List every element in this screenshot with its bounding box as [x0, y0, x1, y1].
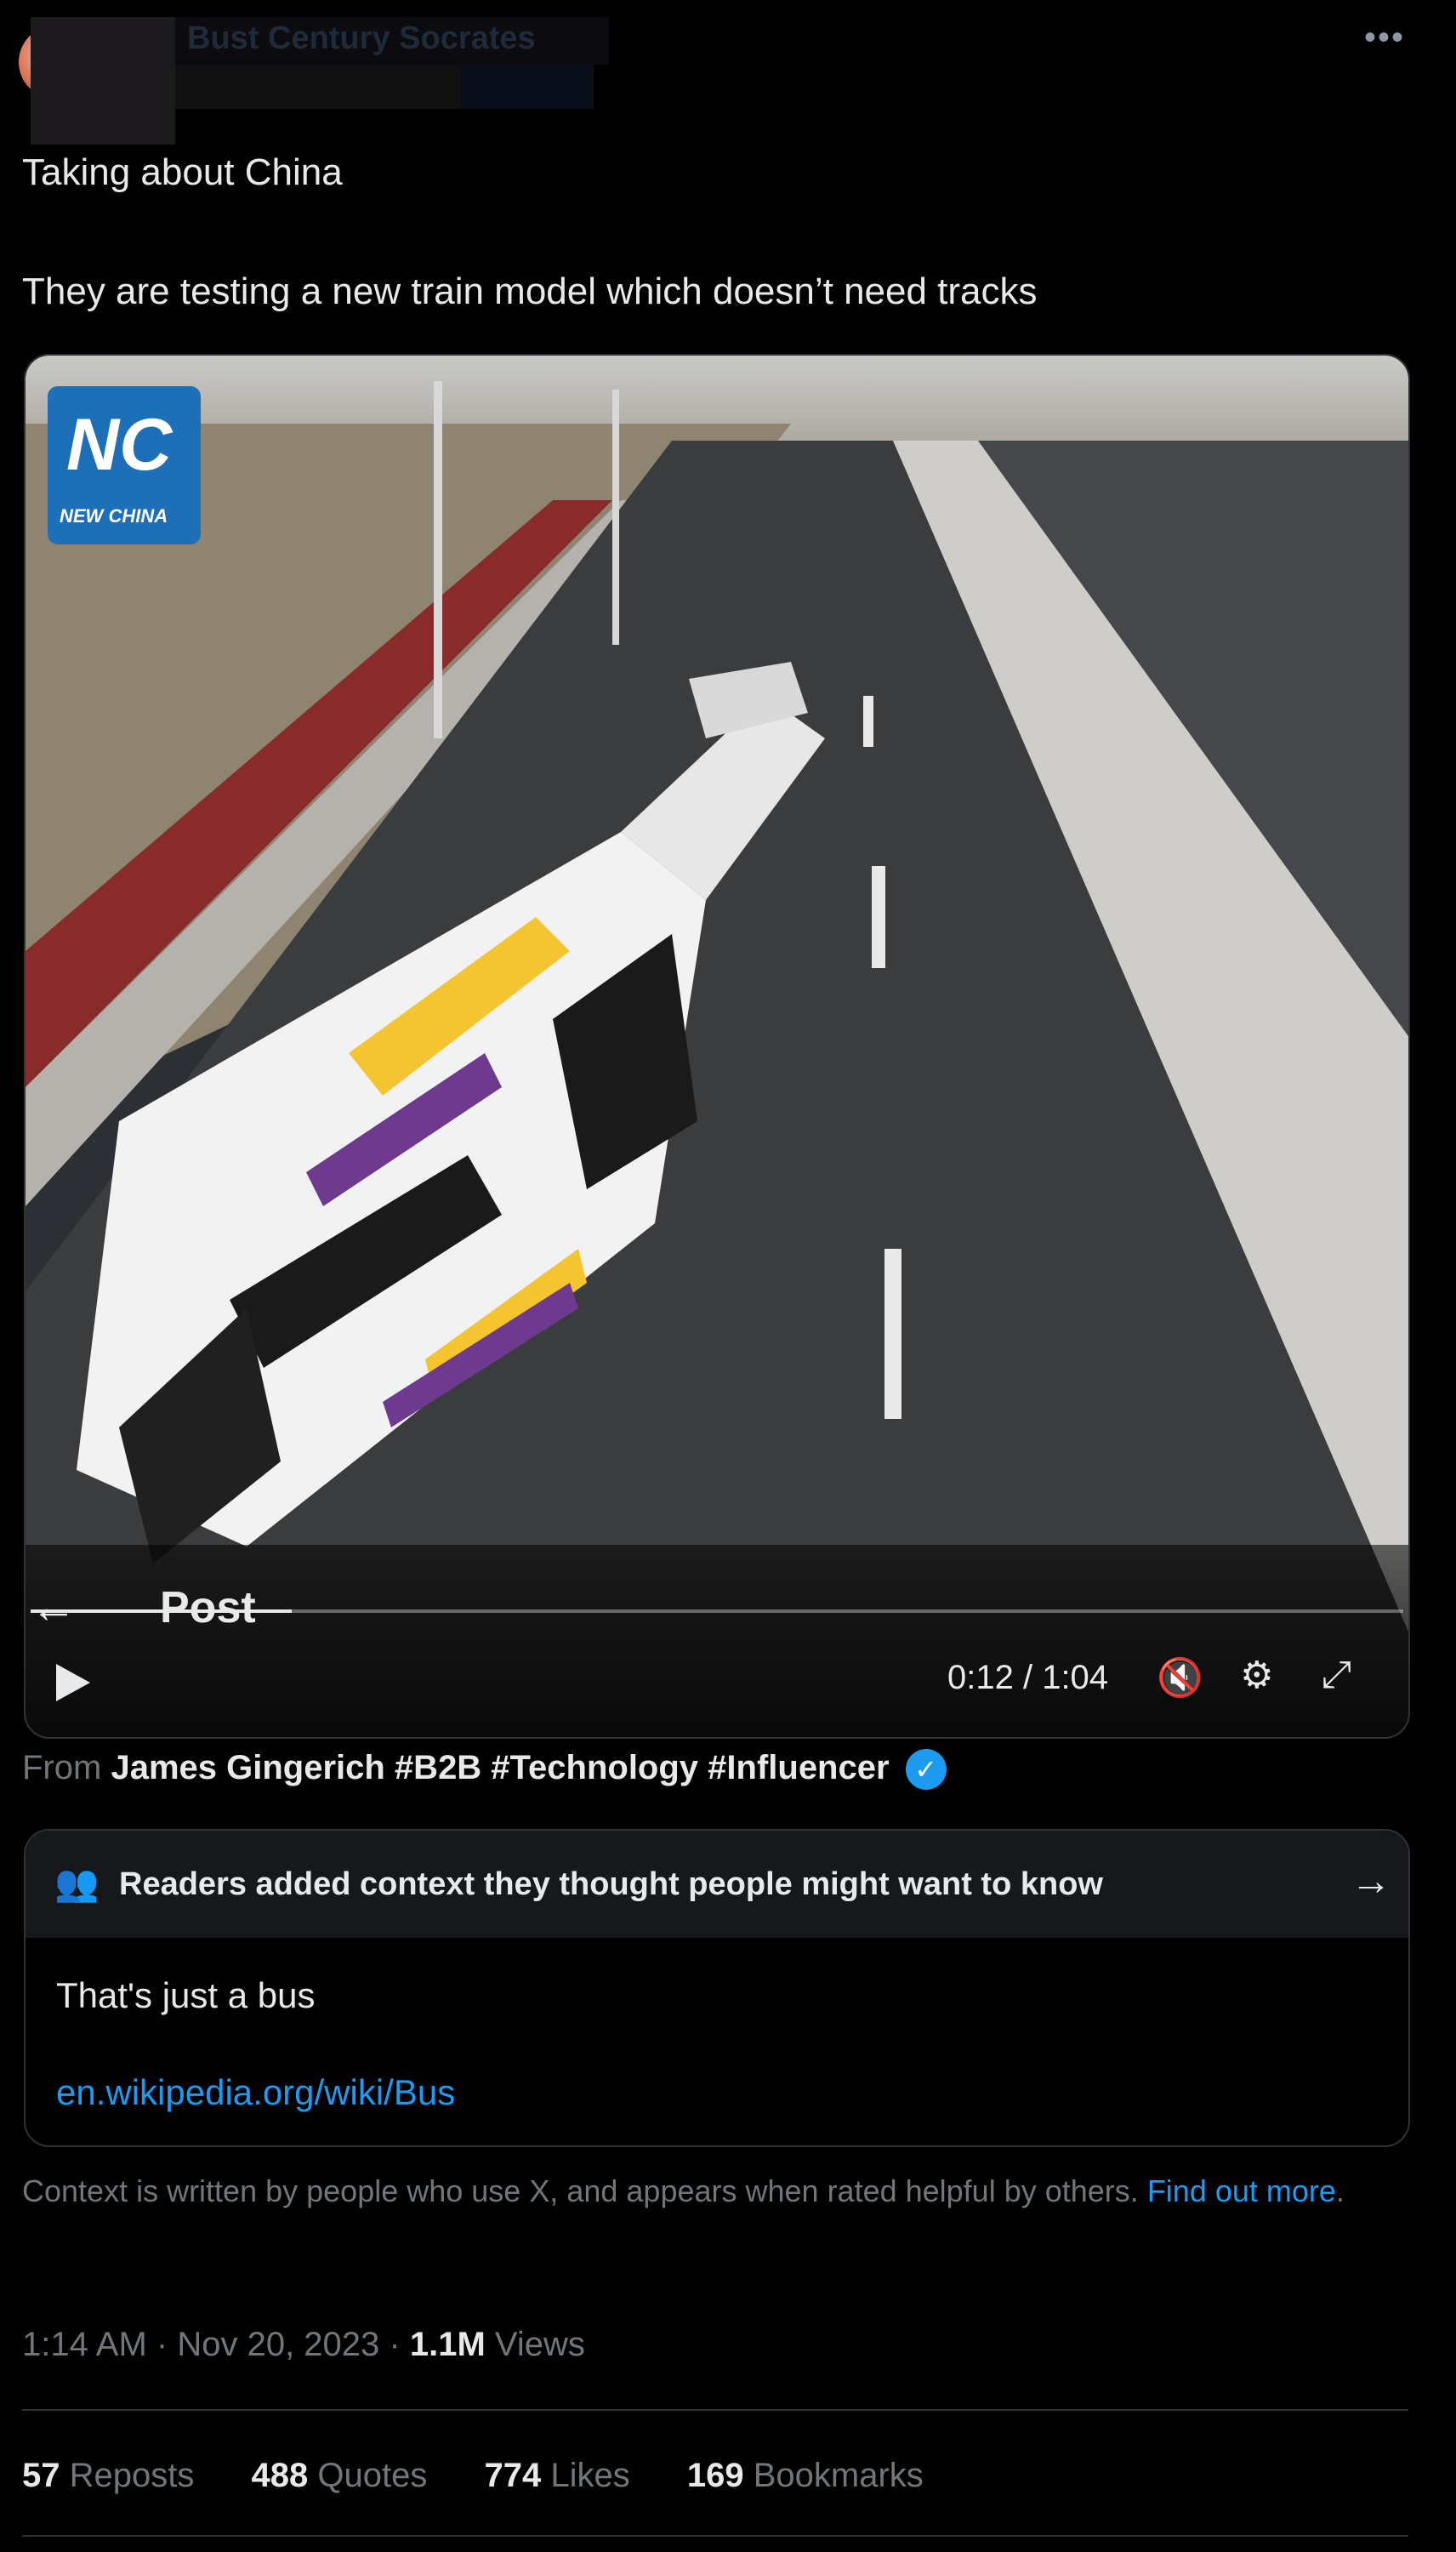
arrow-right-icon[interactable]: → [1351, 1858, 1391, 1905]
stat-label: Likes [550, 2457, 630, 2494]
tweet-text-line-2: They are testing a new train model which… [22, 271, 1038, 312]
fullscreen-icon[interactable]: ⤢ [1322, 1654, 1351, 1696]
divider [22, 2535, 1408, 2537]
author-name[interactable]: Bust Century Socrates [187, 20, 536, 57]
stat-quotes[interactable]: 488 Quotes [252, 2457, 437, 2494]
context-notice: Context is written by people who use X, … [22, 2173, 1345, 2208]
lane-marking [884, 1249, 901, 1419]
from-attribution: From James Gingerich #B2B #Technology #I… [22, 1749, 947, 1791]
video-time: 0:12 / 1:04 [947, 1659, 1109, 1696]
verified-badge-icon: ✓ [905, 1749, 947, 1791]
progress-track[interactable] [31, 1609, 1403, 1613]
logo-mark: NC [66, 404, 173, 486]
stat-count: 169 [686, 2457, 744, 2494]
lane-marking [863, 696, 873, 747]
lane-marking [872, 866, 885, 968]
mute-icon[interactable]: 🔇 [1157, 1655, 1203, 1700]
stat-reposts[interactable]: 57 Reposts [22, 2457, 204, 2494]
logo-text: NEW CHINA [60, 505, 168, 527]
overlay-post-label: Post [160, 1583, 256, 1632]
new-china-logo: NC NEW CHINA [48, 386, 201, 544]
settings-gear-icon[interactable]: ⚙ [1240, 1654, 1273, 1697]
find-out-more-link[interactable]: Find out more [1147, 2173, 1336, 2208]
community-note-header[interactable]: 👥 Readers added context they thought peo… [26, 1831, 1408, 1938]
video-controls-bar [26, 1545, 1408, 1737]
stat-count: 57 [22, 2457, 60, 2494]
community-note-link[interactable]: en.wikipedia.org/wiki/Bus [56, 2072, 455, 2113]
light-pole [434, 381, 442, 738]
stat-count: 488 [251, 2457, 309, 2494]
back-arrow-icon[interactable]: ← [31, 1581, 77, 1633]
engagement-stats: 57 Reposts 488 Quotes 774 Likes 169 Book… [22, 2457, 971, 2495]
more-dots-icon[interactable]: ••• [1364, 19, 1405, 57]
video-player[interactable]: NC NEW CHINA ← Post 0:12 / 1:04 🔇 ⚙ ⤢ [24, 354, 1410, 1739]
redaction-block [461, 65, 594, 109]
post-date[interactable]: Nov 20, 2023 [177, 2326, 379, 2363]
people-icon: 👥 [54, 1863, 100, 1903]
stat-label: Quotes [317, 2457, 428, 2494]
from-prefix: From [22, 1749, 102, 1786]
views-label: Views [494, 2326, 585, 2363]
stat-bookmarks[interactable]: 169 Bookmarks [687, 2457, 924, 2494]
from-account-link[interactable]: James Gingerich #B2B #Technology #Influe… [111, 1749, 889, 1786]
views-count: 1.1M [409, 2326, 486, 2363]
post-meta: 1:14 AM · Nov 20, 2023 · 1.1M Views [22, 2326, 585, 2363]
video-frame [26, 356, 1408, 1737]
divider [22, 2409, 1408, 2411]
redaction-block [175, 65, 461, 109]
stat-label: Bookmarks [753, 2457, 924, 2494]
progress-fill [31, 1609, 292, 1613]
stat-likes[interactable]: 774 Likes [484, 2457, 639, 2494]
community-note-title: Readers added context they thought peopl… [119, 1866, 1103, 1902]
play-icon[interactable] [56, 1664, 90, 1701]
post-time[interactable]: 1:14 AM [22, 2326, 147, 2363]
community-note: 👥 Readers added context they thought peo… [24, 1829, 1410, 2147]
stat-count: 774 [484, 2457, 542, 2494]
light-pole [612, 390, 619, 645]
stat-label: Reposts [69, 2457, 195, 2494]
community-note-body: That's just a bus [56, 1975, 316, 2015]
redaction-block [31, 17, 175, 145]
context-notice-text: Context is written by people who use X, … [22, 2173, 1139, 2208]
tweet-text-line-1: Taking about China [22, 151, 343, 193]
